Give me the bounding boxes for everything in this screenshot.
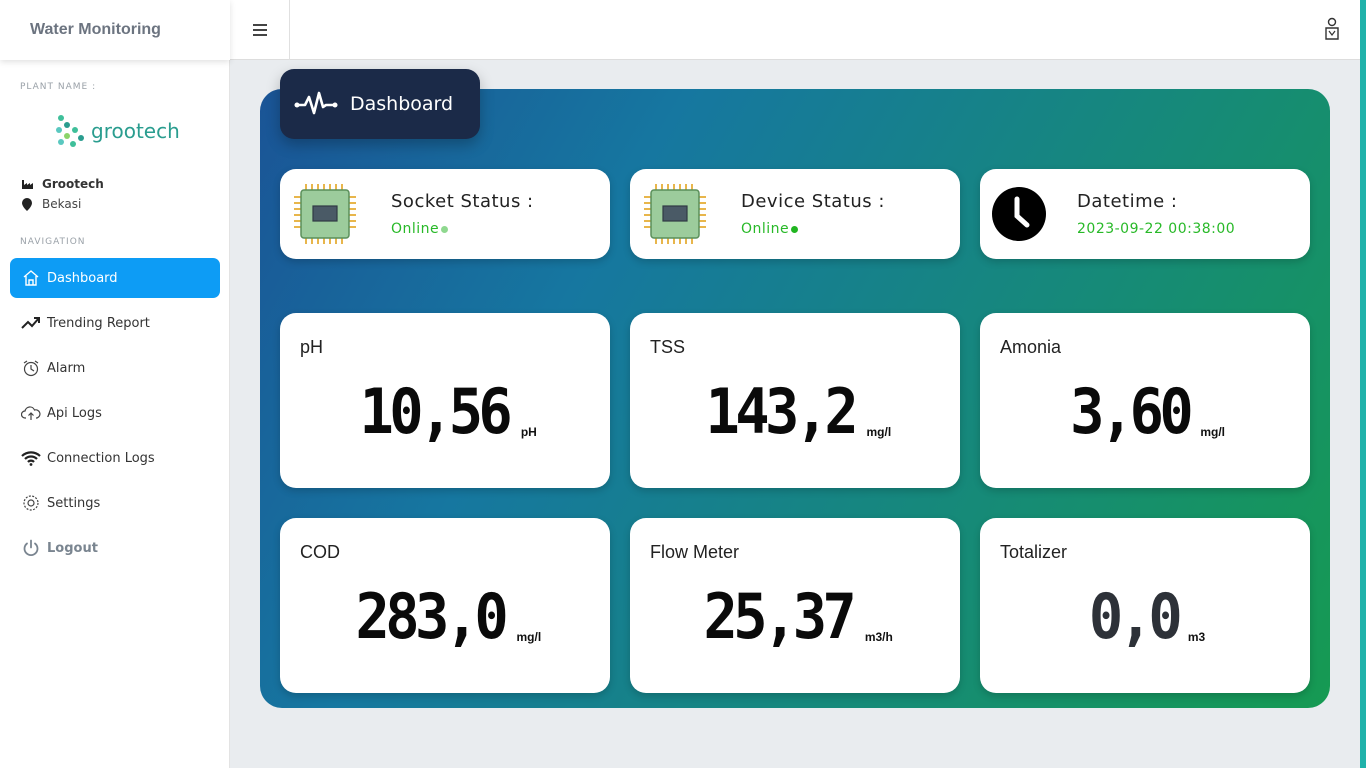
status-dot [441, 226, 449, 233]
logo-mark-icon [56, 115, 84, 147]
plant-name-label: PLANT NAME : [20, 82, 97, 92]
metric-reading: 143,2 mg/l [630, 381, 960, 443]
chip-icon [294, 184, 356, 244]
metric-value: 3,60 [1070, 375, 1194, 448]
topbar [230, 0, 1360, 60]
sidebar-item-trending-report[interactable]: Trending Report [10, 303, 220, 343]
metric-label: pH [300, 337, 324, 357]
status-dot [791, 226, 799, 233]
metric-label: Flow Meter [650, 542, 740, 562]
metric-value: 143,2 [705, 375, 858, 448]
sidebar-item-label: Connection Logs [47, 450, 155, 466]
datetime-value: 2023-09-22 00:38:00 [1077, 221, 1236, 237]
sidebar-item-label: Trending Report [47, 315, 150, 331]
app-brand: Water Monitoring [0, 0, 230, 60]
metric-unit: mg/l [1200, 425, 1225, 439]
wifi-icon [20, 448, 42, 468]
device-status-label: Device Status : [741, 191, 885, 212]
datetime-label: Datetime : [1077, 191, 1178, 212]
metric-reading: 3,60 mg/l [980, 381, 1310, 443]
sidebar-item-label: Alarm [47, 360, 86, 376]
clock-icon [992, 187, 1046, 241]
socket-status-text: Online [391, 221, 440, 237]
metric-unit: pH [520, 425, 537, 439]
plant-name: Grootech [20, 177, 104, 191]
trending-up-icon [20, 313, 42, 333]
socket-status-label: Socket Status : [391, 191, 534, 212]
socket-status-card: Socket Status : Online [280, 169, 610, 259]
metric-reading: 25,37 m3/h [630, 586, 960, 648]
metric-reading: 10,56 pH [280, 381, 610, 443]
metric-card-ph: pH 10,56 pH [280, 313, 610, 488]
sidebar-item-label: Logout [47, 540, 98, 556]
chip-icon [644, 184, 706, 244]
metric-label: TSS [650, 337, 686, 357]
plant-name-text: Grootech [42, 177, 104, 191]
metric-unit: m3 [1187, 630, 1206, 644]
user-icon [1325, 17, 1339, 40]
cloud-upload-icon [20, 403, 42, 423]
metric-value: 283,0 [355, 580, 508, 653]
sidebar-item-settings[interactable]: Settings [10, 483, 220, 523]
metric-label: Amonia [1000, 337, 1062, 357]
sidebar-item-logout[interactable]: Logout [10, 528, 220, 568]
menu-toggle-button[interactable] [230, 0, 290, 60]
plant-location: Bekasi [20, 197, 81, 211]
device-status-value: Online [741, 221, 799, 237]
metric-card-cod: COD 283,0 mg/l [280, 518, 610, 693]
map-pin-icon [20, 197, 34, 211]
metric-label: COD [300, 542, 340, 562]
metric-label: Totalizer [1000, 542, 1068, 562]
device-status-text: Online [741, 221, 790, 237]
home-icon [20, 268, 42, 288]
metric-reading: 0,0 m3 [980, 586, 1310, 648]
datetime-card: Datetime : 2023-09-22 00:38:00 [980, 169, 1310, 259]
alarm-clock-icon [20, 358, 42, 378]
metric-card-flow-meter: Flow Meter 25,37 m3/h [630, 518, 960, 693]
sidebar-item-label: Settings [47, 495, 101, 511]
metric-card-totalizer: Totalizer 0,0 m3 [980, 518, 1310, 693]
sidebar: PLANT NAME : grootech Grootech Bekasi NA… [0, 60, 230, 768]
sidebar-item-connection-logs[interactable]: Connection Logs [10, 438, 220, 478]
right-edge-strip [1360, 0, 1366, 768]
metric-value: 25,37 [703, 580, 857, 653]
metric-unit: mg/l [866, 425, 892, 439]
socket-status-value: Online [391, 221, 449, 237]
metric-unit: mg/l [516, 630, 542, 644]
hamburger-icon [252, 24, 267, 36]
navigation-label: NAVIGATION [20, 237, 86, 247]
factory-icon [20, 179, 34, 189]
sidebar-item-api-logs[interactable]: Api Logs [10, 393, 220, 433]
grootech-logo: grootech [55, 114, 180, 148]
metric-value: 10,56 [359, 375, 513, 448]
plant-location-text: Bekasi [42, 197, 82, 211]
power-icon [20, 538, 42, 558]
device-status-card: Device Status : Online [630, 169, 960, 259]
user-menu-button[interactable] [1322, 16, 1342, 42]
sidebar-item-dashboard[interactable]: Dashboard [10, 258, 220, 298]
heartbeat-icon [294, 91, 338, 115]
metric-card-tss: TSS 143,2 mg/l [630, 313, 960, 488]
metric-reading: 283,0 mg/l [280, 586, 610, 648]
metric-value: 0,0 [1088, 580, 1183, 653]
sidebar-item-alarm[interactable]: Alarm [10, 348, 220, 388]
dashboard-header: Dashboard [280, 69, 480, 139]
sidebar-item-label: Api Logs [47, 405, 102, 421]
app-title: Water Monitoring [30, 21, 161, 38]
gear-icon [20, 493, 42, 513]
logo-text: grootech [91, 119, 180, 143]
dashboard-title: Dashboard [350, 93, 454, 115]
metric-card-amonia: Amonia 3,60 mg/l [980, 313, 1310, 488]
metric-unit: m3/h [864, 630, 893, 644]
sidebar-item-label: Dashboard [47, 270, 118, 286]
